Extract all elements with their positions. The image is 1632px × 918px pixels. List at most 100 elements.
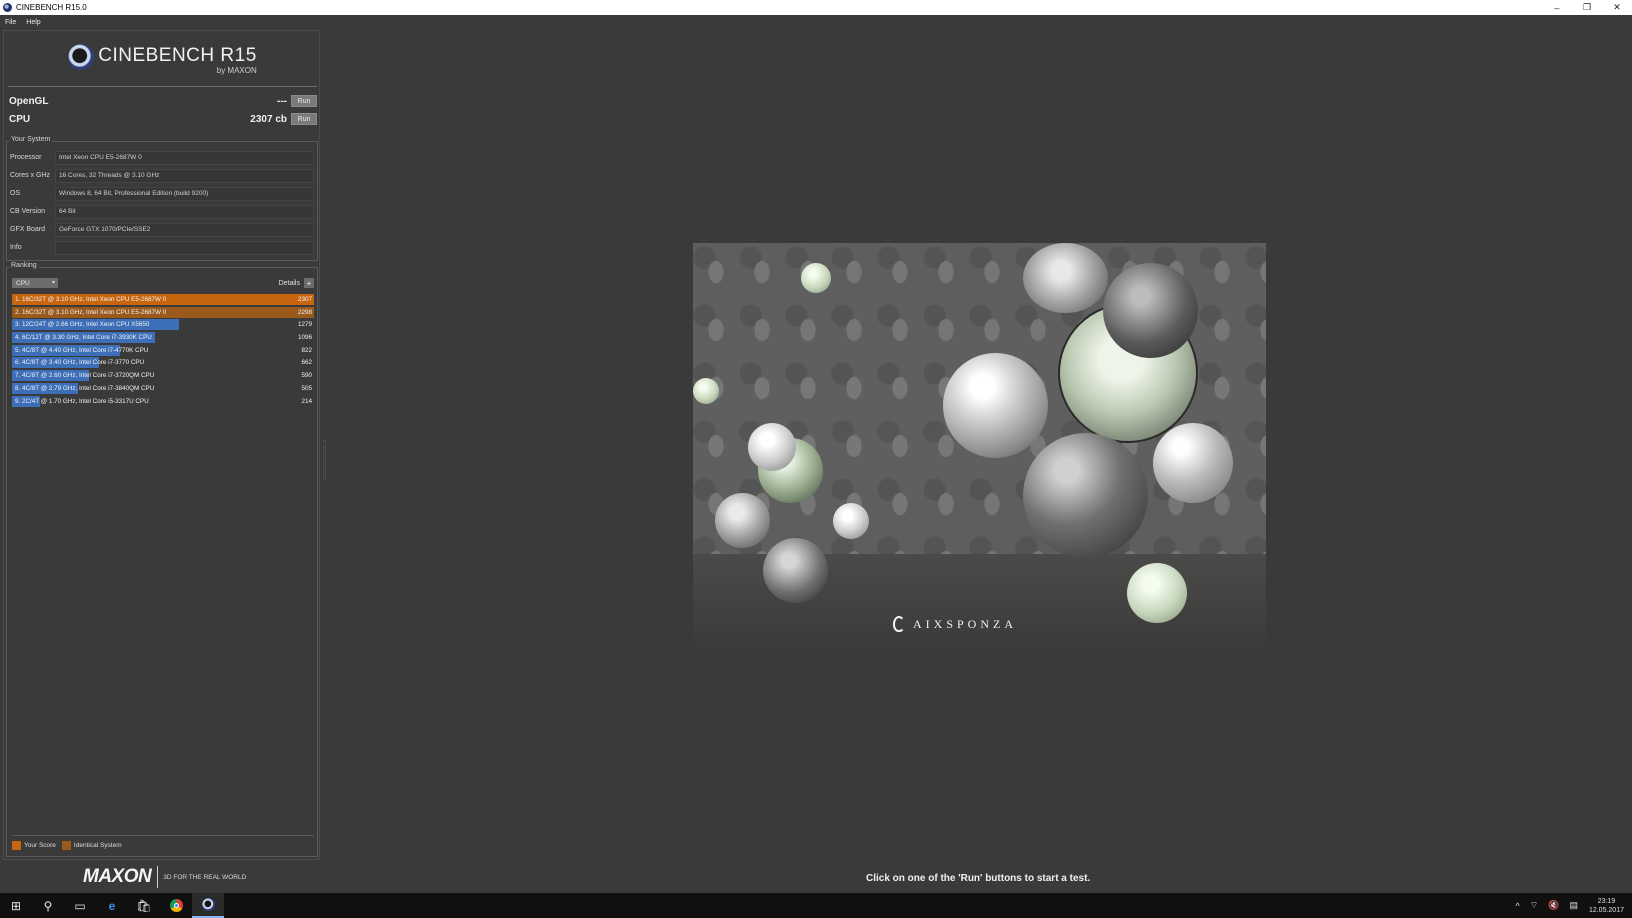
details-toggle-button[interactable]: + [304,278,314,288]
system-value: Windows 8, 64 Bit, Professional Edition … [55,186,314,201]
ranking-label: 9. 2C/4T @ 1.70 GHz, Intel Core i5-3317U… [15,397,149,405]
legend-swatch-yours [12,841,21,850]
volume-muted-icon[interactable]: 🔇 [1548,900,1559,911]
system-value: GeForce GTX 1070/PCIe/SSE2 [55,222,314,237]
ranking-score: 822 [301,346,312,354]
aixsponza-watermark: AIXSPONZA [893,616,1017,632]
menu-help[interactable]: Help [21,19,45,26]
store-icon[interactable]: 🛍 [128,893,160,918]
opengl-run-button[interactable]: Run [291,95,317,107]
cinebench-logo: CINEBENCH R15 by MAXON [8,33,317,87]
ranking-title: Ranking [9,262,39,269]
ranking-label: 3. 12C/24T @ 2.66 GHz, Intel Xeon CPU X5… [15,321,150,329]
legend-your-score: Your Score [12,841,56,850]
system-row-os: OS Windows 8, 64 Bit, Professional Editi… [10,186,314,201]
cinebench-app-icon [3,3,12,12]
ranking-section: Ranking CPU ▾ Details + 1. 16C/32T @ 3.1… [6,262,318,857]
menu-file[interactable]: File [0,19,21,26]
system-row-info: Info [10,240,314,255]
cpu-label: CPU [9,113,31,125]
clock[interactable]: 23:19 12.05.2017 [1589,897,1624,915]
system-row-processor: Processor Intel Xeon CPU E5-2687W 0 [10,150,314,165]
ranking-row[interactable]: 7. 4C/8T @ 2.60 GHz, Intel Core i7-3720Q… [12,370,314,382]
clock-time: 23:19 [1597,897,1616,905]
ranking-label: 6. 4C/8T @ 3.40 GHz, Intel Core i7-3770 … [15,359,145,367]
notification-icon[interactable]: ▤ [1569,900,1578,911]
logo-subtitle: by MAXON [216,65,257,75]
ranking-label: 8. 4C/8T @ 2.79 GHz, Intel Core i7-3840Q… [15,384,155,392]
panel-splitter-handle[interactable] [323,440,326,480]
ranking-legend: Your Score Identical System [12,835,314,850]
system-key: Info [10,244,22,251]
chevron-down-icon: ▾ [51,280,55,286]
ranking-label: 4. 6C/12T @ 3.30 GHz, Intel Core i7-3930… [15,334,152,342]
opengl-score: --- [277,95,287,107]
left-panel: CINEBENCH R15 by MAXON OpenGL --- Run CP… [3,30,320,860]
task-view-icon[interactable]: ▭ [64,893,96,918]
system-key: CB Version [10,208,46,215]
maximize-button[interactable]: ❐ [1572,0,1602,15]
legend-identical-system: Identical System [61,841,122,850]
system-key: OS [10,190,21,197]
minimize-button[interactable]: – [1542,0,1572,15]
edge-icon[interactable]: e [96,893,128,918]
aixsponza-logo-icon [893,616,905,632]
ranking-label: 2. 16C/32T @ 3.10 GHz, Intel Xeon CPU E5… [15,308,167,316]
menu-bar: File Help [0,15,1632,29]
chrome-icon[interactable] [160,893,192,918]
aixsponza-brand-text: AIXSPONZA [913,616,1018,631]
ranking-row[interactable]: 6. 4C/8T @ 3.40 GHz, Intel Core i7-3770 … [12,357,314,369]
system-tray: ^ ⌔ 🔇 ▤ 23:19 12.05.2017 [1511,897,1632,915]
dropdown-value: CPU [16,279,30,287]
your-system-section: Your System Processor Intel Xeon CPU E5-… [6,136,318,261]
maxon-logo: MAXON [83,866,159,888]
ranking-row[interactable]: 2. 16C/32T @ 3.10 GHz, Intel Xeon CPU E5… [12,306,314,318]
details-label: Details [278,279,300,287]
system-value: 64 Bit [55,204,314,219]
ranking-score: 214 [301,397,312,405]
ranking-label: 1. 16C/32T @ 3.10 GHz, Intel Xeon CPU E5… [15,296,167,303]
cinebench-icon[interactable] [192,893,224,918]
window-title: CINEBENCH R15.0 [16,3,87,12]
logo-title: CINEBENCH R15 [98,44,257,66]
ranking-row[interactable]: 4. 6C/12T @ 3.30 GHz, Intel Core i7-3930… [12,332,314,344]
ranking-score: 662 [301,359,312,367]
ranking-type-dropdown[interactable]: CPU ▾ [12,278,58,288]
ranking-row[interactable]: 3. 12C/24T @ 2.66 GHz, Intel Xeon CPU X5… [12,319,314,331]
details-control: Details + [279,278,314,288]
render-preview-image: AIXSPONZA [693,243,1266,652]
search-icon[interactable]: ⚲ [32,893,64,918]
show-hidden-icons-chevron-icon[interactable]: ^ [1516,901,1520,911]
ranking-label: 7. 4C/8T @ 2.60 GHz, Intel Core i7-3720Q… [15,372,155,380]
legend-label: Your Score [24,842,56,849]
ranking-row[interactable]: 8. 4C/8T @ 2.79 GHz, Intel Core i7-3840Q… [12,382,314,394]
ranking-row[interactable]: 5. 4C/8T @ 4.40 GHz, Intel Core i7-4770K… [12,344,314,356]
opengl-benchmark-row: OpenGL --- Run [9,93,317,109]
cinebench-logo-icon [68,43,95,70]
system-key: Cores x GHz [10,172,51,179]
ranking-score: 1279 [297,321,312,329]
system-key: Processor [10,154,42,161]
ranking-score: 1096 [297,334,312,342]
system-row-cb-version: CB Version 64 Bit [10,204,314,219]
maxon-tagline: 3D FOR THE REAL WORLD [163,873,247,881]
ranking-list: 1. 16C/32T @ 3.10 GHz, Intel Xeon CPU E5… [12,294,314,408]
your-system-title: Your System [9,136,53,143]
windows-start-icon[interactable]: ⊞ [0,893,32,918]
ranking-score: 2298 [297,308,312,316]
close-button[interactable]: ✕ [1602,0,1632,15]
system-key: GFX Board [10,226,46,233]
legend-swatch-identical [61,841,71,850]
info-field[interactable] [55,240,314,255]
ranking-label: 5. 4C/8T @ 4.40 GHz, Intel Core i7-4770K… [15,346,149,354]
ranking-row[interactable]: 1. 16C/32T @ 3.10 GHz, Intel Xeon CPU E5… [12,294,314,305]
network-icon[interactable]: ⌔ [1530,900,1538,911]
opengl-label: OpenGL [9,95,49,107]
cpu-run-button[interactable]: Run [291,113,317,125]
system-value: Intel Xeon CPU E5-2687W 0 [55,150,314,165]
ranking-score: 590 [301,372,312,380]
ranking-score: 505 [301,384,312,392]
ranking-row[interactable]: 9. 2C/4T @ 1.70 GHz, Intel Core i5-3317U… [12,395,314,407]
ranking-score: 2307 [297,296,312,303]
legend-label: Identical System [73,842,122,849]
